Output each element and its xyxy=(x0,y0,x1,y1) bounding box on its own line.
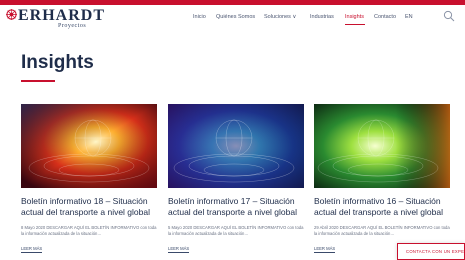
card-title[interactable]: Boletín informativo 18 – Situación actua… xyxy=(21,196,157,218)
insight-card[interactable]: Boletín informativo 18 – Situación actua… xyxy=(21,104,157,255)
card-image-abstract-globe-blue[interactable] xyxy=(168,104,304,188)
card-excerpt: 8 Mayo 2020 DESCARGAR AQUÍ EL BOLETÍN IN… xyxy=(21,225,157,236)
nav-item-inicio[interactable]: Inicio xyxy=(193,14,206,20)
card-image-abstract-globe-green-orange[interactable] xyxy=(314,104,450,188)
card-excerpt: 29 Abril 2020 DESCARGAR AQUÍ EL BOLETÍN … xyxy=(314,225,450,236)
nav-item-soluciones[interactable]: Soluciones ∨ xyxy=(264,14,296,20)
nav-item-industrias[interactable]: Industrias xyxy=(310,14,334,20)
read-more-link[interactable]: LEER MÁS xyxy=(168,246,190,253)
insight-card[interactable]: Boletín informativo 17 – Situación actua… xyxy=(168,104,304,255)
contact-expert-label: CONTACTA CON UN EXPE xyxy=(406,249,465,254)
nav-item-quienes-somos[interactable]: Quiénes Somos xyxy=(216,14,255,20)
card-image-abstract-globe-warm-red[interactable] xyxy=(21,104,157,188)
page-title: Insights xyxy=(21,52,94,73)
read-more-link[interactable]: LEER MÁS xyxy=(314,246,336,253)
main-nav: Inicio Quiénes Somos Soluciones ∨ Indust… xyxy=(0,14,465,26)
card-excerpt: 5 Mayo 2020 DESCARGAR AQUÍ EL BOLETÍN IN… xyxy=(168,225,304,236)
nav-item-language-en[interactable]: EN xyxy=(405,14,413,20)
search-icon[interactable] xyxy=(443,10,455,22)
read-more-link[interactable]: LEER MÁS xyxy=(21,246,43,253)
card-title[interactable]: Boletín informativo 17 – Situación actua… xyxy=(168,196,304,218)
top-accent-bar xyxy=(0,0,465,5)
nav-active-indicator xyxy=(345,24,365,25)
nav-item-contacto[interactable]: Contacto xyxy=(374,14,396,20)
contact-expert-button[interactable]: CONTACTA CON UN EXPE xyxy=(397,243,465,260)
card-title[interactable]: Boletín informativo 16 – Situación actua… xyxy=(314,196,450,218)
insight-card[interactable]: Boletín informativo 16 – Situación actua… xyxy=(314,104,450,255)
nav-item-insights[interactable]: Insights xyxy=(345,14,364,20)
title-underline xyxy=(21,80,55,82)
